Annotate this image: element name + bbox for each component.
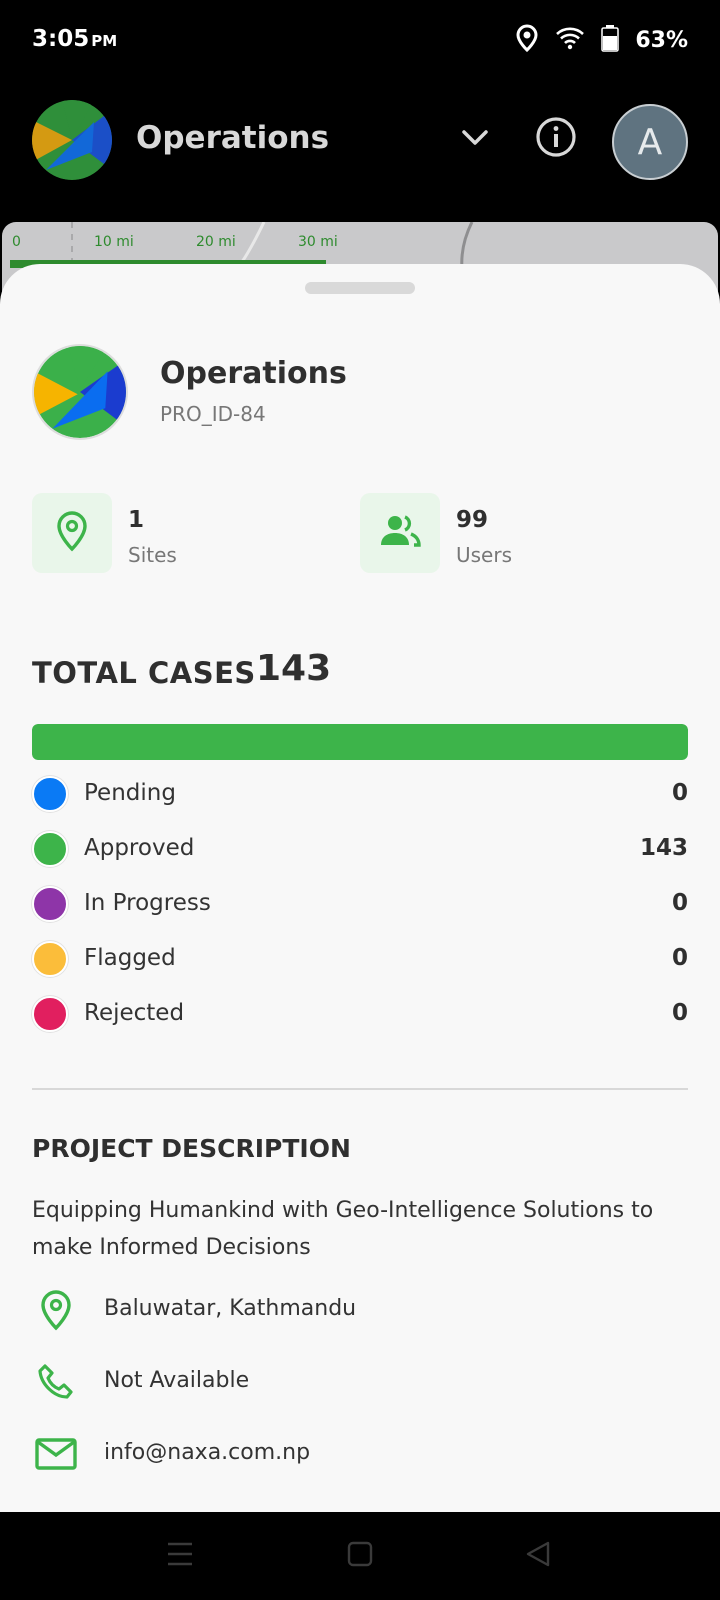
users-icon: [378, 513, 422, 553]
app-bar: Operations A: [0, 80, 720, 220]
email-icon: [32, 1430, 80, 1478]
status-count: 0: [671, 945, 688, 971]
project-logo[interactable]: [32, 100, 112, 180]
system-nav-bar: [0, 1512, 720, 1600]
nav-home-button[interactable]: [336, 1532, 384, 1580]
scale-label-10: 10 mi: [94, 234, 134, 250]
avatar[interactable]: A: [612, 104, 688, 180]
description-heading: PROJECT DESCRIPTION: [32, 1134, 351, 1163]
case-status-row[interactable]: Approved 143: [32, 829, 688, 869]
location-pin-icon: [54, 510, 90, 556]
app-title: Operations: [136, 120, 330, 156]
status-icons: 63%: [515, 24, 688, 56]
project-name: Operations: [160, 356, 347, 391]
scale-label-20: 20 mi: [196, 234, 236, 250]
divider: [32, 1088, 688, 1090]
wifi-icon: [555, 26, 585, 54]
users-count: 99: [456, 507, 489, 533]
description-text: Equipping Humankind with Geo-Intelligenc…: [32, 1198, 654, 1260]
project-dropdown-button[interactable]: [450, 115, 500, 165]
scale-label-0: 0: [12, 234, 21, 250]
back-triangle-icon: [524, 1540, 552, 1572]
status-bar: 3:05 PM 63%: [0, 0, 720, 80]
location-icon: [515, 24, 539, 56]
status-count: 0: [671, 1000, 688, 1026]
case-status-row[interactable]: Pending 0: [32, 774, 688, 814]
status-name: Pending: [84, 780, 176, 806]
status-dot-icon: [32, 941, 68, 977]
status-count: 143: [639, 835, 688, 861]
sites-count: 1: [128, 507, 145, 533]
drag-handle[interactable]: [305, 282, 415, 294]
status-name: In Progress: [84, 890, 211, 916]
status-dot-icon: [32, 996, 68, 1032]
battery-icon: [601, 24, 620, 56]
battery-percent: 63%: [635, 27, 688, 53]
contact-address[interactable]: Baluwatar, Kathmandu: [32, 1286, 688, 1334]
info-icon: [535, 116, 577, 162]
location-pin-icon: [32, 1286, 80, 1334]
menu-icon: [166, 1541, 194, 1571]
users-label: Users: [456, 543, 513, 567]
status-dot-icon: [32, 886, 68, 922]
cases-progress-bar: [32, 724, 688, 760]
ampm-text: PM: [91, 32, 118, 50]
case-status-row[interactable]: In Progress 0: [32, 884, 688, 924]
status-count: 0: [671, 780, 688, 806]
status-dot-icon: [32, 776, 68, 812]
total-cases-value: 143: [256, 648, 332, 689]
case-status-row[interactable]: Rejected 0: [32, 994, 688, 1034]
phone-text: Not Available: [104, 1368, 250, 1393]
status-dot-icon: [32, 831, 68, 867]
nav-menu-button[interactable]: [156, 1532, 204, 1580]
status-name: Approved: [84, 835, 195, 861]
email-text: info@naxa.com.np: [104, 1440, 311, 1465]
project-id: PRO_ID-84: [160, 402, 266, 426]
info-button[interactable]: [530, 113, 582, 165]
scale-label-30: 30 mi: [298, 234, 338, 250]
address-text: Baluwatar, Kathmandu: [104, 1296, 357, 1321]
phone-icon: [32, 1358, 80, 1406]
status-time: 3:05 PM: [32, 26, 117, 52]
status-name: Rejected: [84, 1000, 185, 1026]
contact-phone[interactable]: Not Available: [32, 1358, 688, 1406]
project-details-sheet: Operations PRO_ID-84 1 Sites 99 Users TO…: [0, 264, 720, 1512]
users-stat[interactable]: [360, 493, 440, 573]
status-name: Flagged: [84, 945, 176, 971]
chevron-down-icon: [461, 129, 489, 151]
home-square-icon: [347, 1541, 373, 1571]
sites-label: Sites: [128, 543, 177, 567]
project-logo-large: [32, 344, 128, 440]
cases-progress-fill: [32, 724, 688, 760]
contact-email[interactable]: info@naxa.com.np: [32, 1430, 688, 1478]
total-cases-label: TOTAL CASES: [32, 656, 256, 690]
sites-stat[interactable]: [32, 493, 112, 573]
status-count: 0: [671, 890, 688, 916]
time-text: 3:05: [32, 26, 90, 52]
case-status-row[interactable]: Flagged 0: [32, 939, 688, 979]
nav-back-button[interactable]: [514, 1532, 562, 1580]
